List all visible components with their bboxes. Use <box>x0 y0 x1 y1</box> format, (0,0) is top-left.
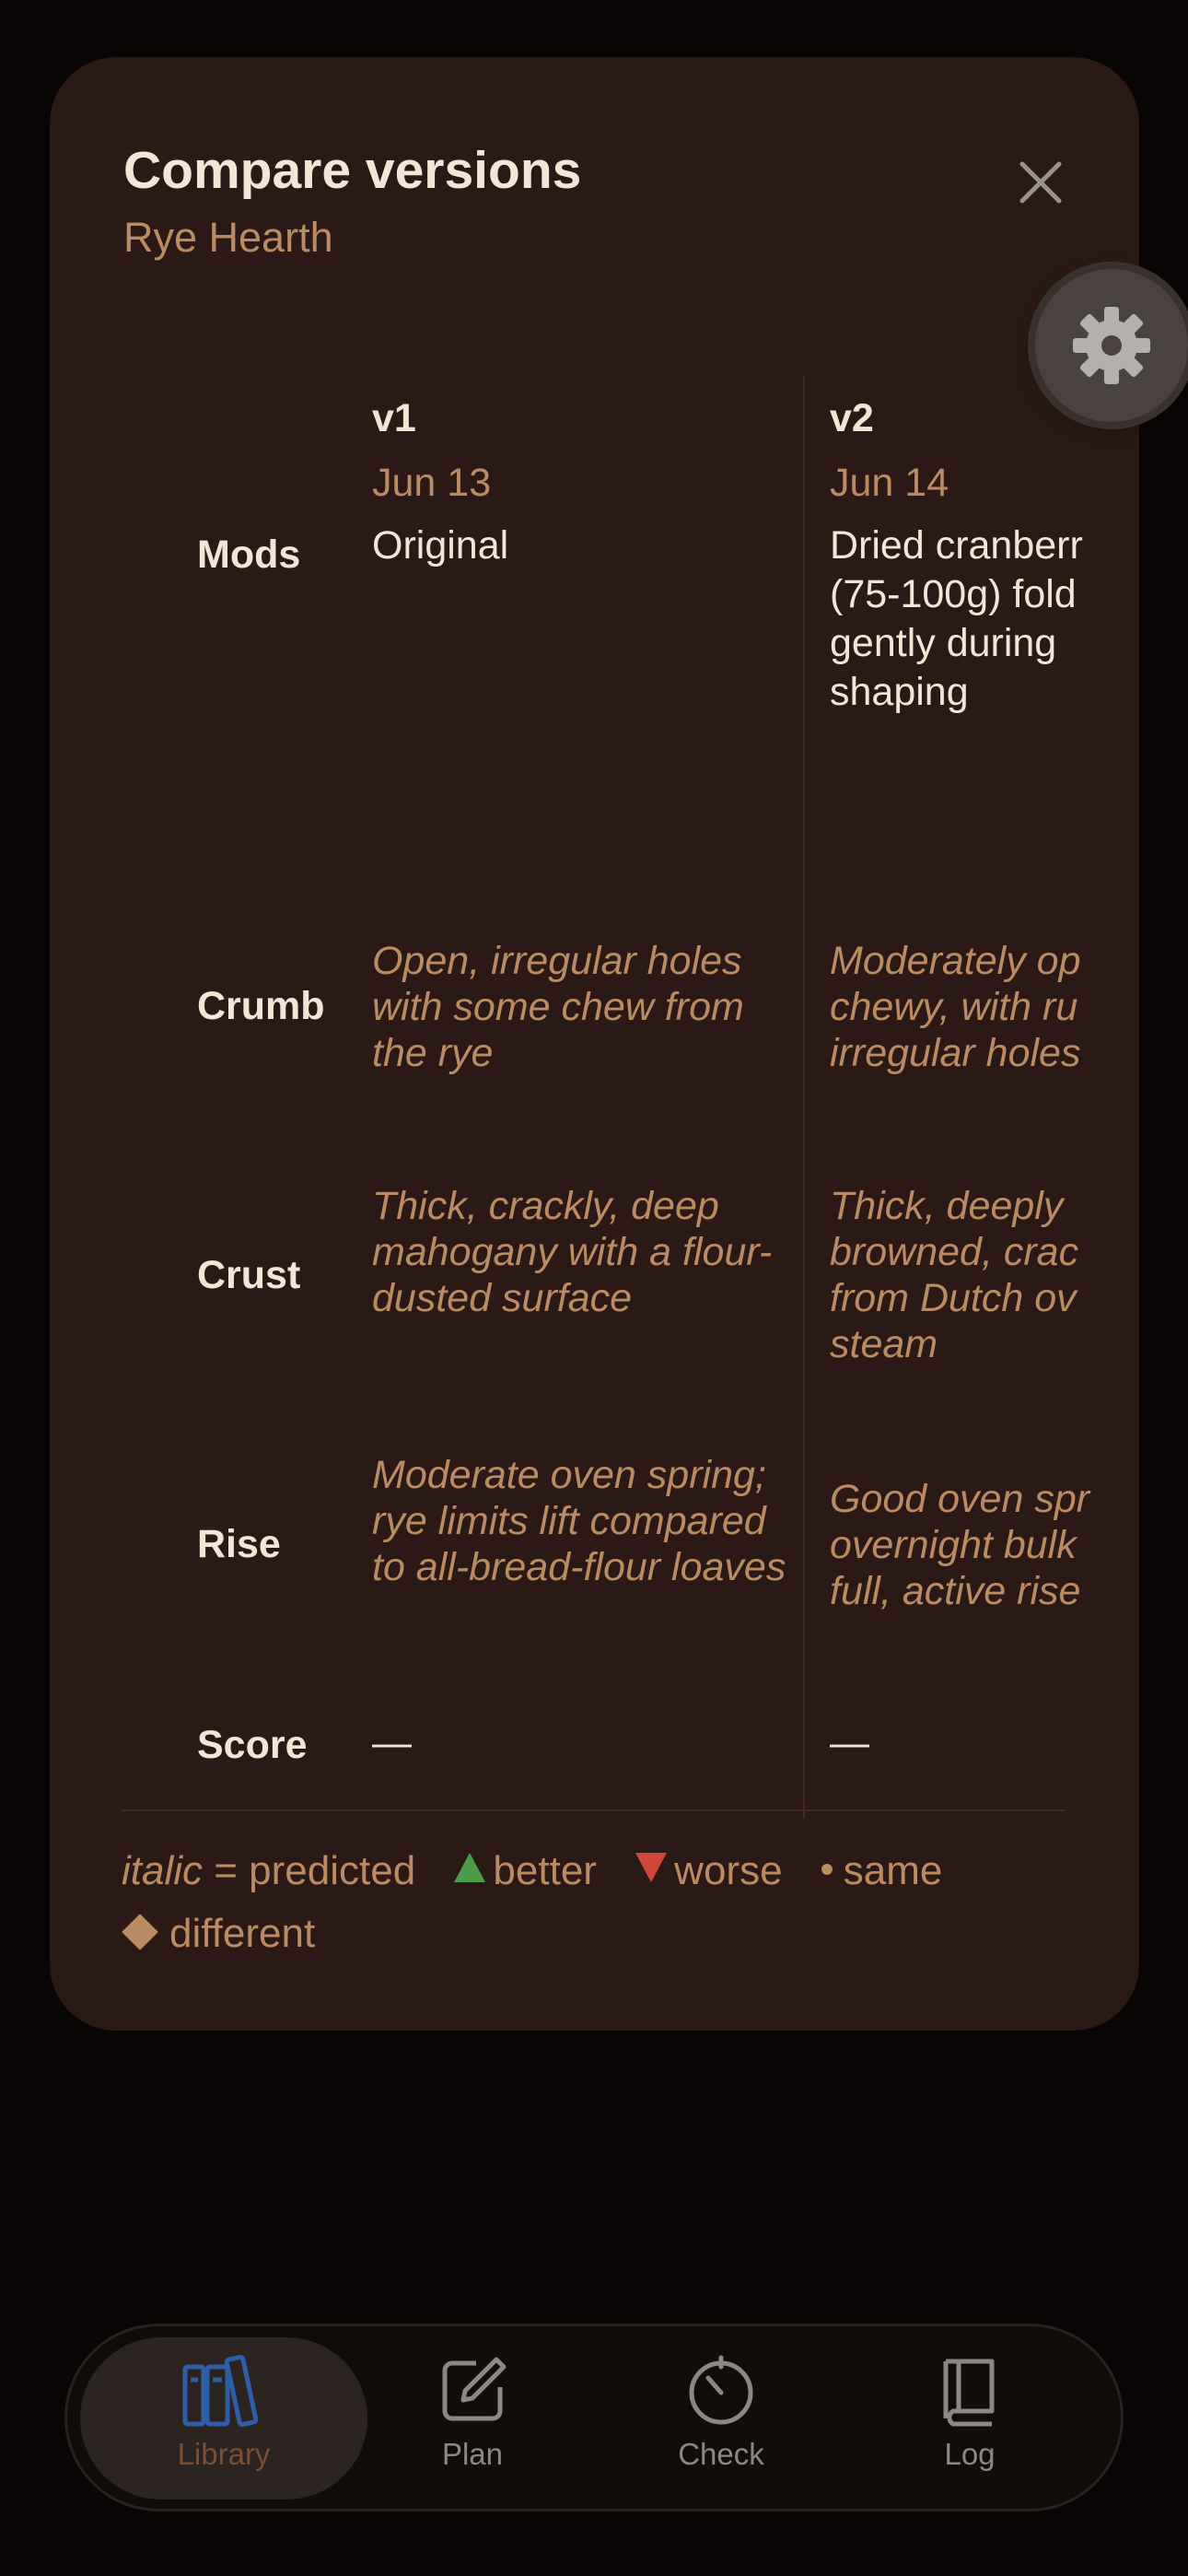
version-date-v2: Jun 14 <box>830 461 949 505</box>
cell-rise-v1: Moderate oven spring; rye limits lift co… <box>372 1453 786 1589</box>
legend-different-label: different <box>169 1911 316 1956</box>
tab-log[interactable]: Log <box>878 2354 1062 2492</box>
row-label-crust: Crust <box>197 1253 301 1297</box>
legend-italic-word: italic <box>122 1848 204 1893</box>
legend-different: different <box>122 1911 315 1956</box>
row-label-rise: Rise <box>197 1522 281 1566</box>
cell-mods-v2: Dried cranberr (75-100g) fold gently dur… <box>830 523 1083 714</box>
tab-label-library: Library <box>177 2437 271 2471</box>
legend-worse: worse <box>635 1848 783 1893</box>
close-icon <box>1019 161 1062 204</box>
edit-icon <box>442 2357 507 2421</box>
version-header-v2: v2 <box>830 396 874 440</box>
legend-predicted: italic = predicted <box>122 1848 415 1893</box>
legend-same-label: same <box>843 1848 943 1893</box>
gear-icon <box>1073 307 1150 384</box>
column-divider <box>803 376 805 1819</box>
legend-better: better <box>454 1848 597 1893</box>
timer-icon <box>689 2355 753 2425</box>
books-icon <box>182 2354 259 2428</box>
dot-icon <box>821 1864 833 1875</box>
tab-label-check: Check <box>678 2437 764 2471</box>
tab-label-log: Log <box>944 2437 996 2471</box>
diamond-icon <box>122 1914 158 1950</box>
sheet-title: Compare versions <box>123 141 582 200</box>
sheet-subtitle: Rye Hearth <box>123 214 333 261</box>
book-icon <box>943 2359 995 2427</box>
cell-crumb-v1: Open, irregular holes with some chew fro… <box>372 939 744 1075</box>
legend-predicted-label: = predicted <box>203 1848 416 1893</box>
settings-button[interactable] <box>1035 269 1188 422</box>
legend-same: same <box>821 1848 943 1893</box>
legend: italic = predicted better worse same dif… <box>122 1840 1089 1965</box>
tab-library[interactable]: Library <box>132 2354 316 2492</box>
tab-bar: Library Plan Check Log <box>64 2324 1124 2512</box>
tab-plan[interactable]: Plan <box>380 2354 565 2492</box>
row-label-crumb: Crumb <box>197 984 325 1028</box>
version-header-v1: v1 <box>372 396 416 440</box>
cell-mods-v1: Original <box>372 523 509 568</box>
legend-better-label: better <box>493 1848 597 1893</box>
legend-worse-label: worse <box>674 1848 783 1893</box>
cell-crust-v1: Thick, crackly, deep mahogany with a flo… <box>372 1184 773 1320</box>
legend-divider <box>122 1809 1066 1811</box>
row-label-score: Score <box>197 1723 308 1767</box>
cell-score-v1: — <box>372 1721 412 1765</box>
close-button[interactable] <box>1007 149 1074 216</box>
cell-crumb-v2: Moderately op chewy, with ru irregular h… <box>830 939 1081 1075</box>
triangle-up-icon <box>454 1853 486 1882</box>
row-label-mods: Mods <box>197 533 301 577</box>
cell-rise-v2: Good oven spr overnight bulk full, activ… <box>830 1477 1090 1613</box>
compare-versions-sheet: Compare versions Rye Hearth v1 Jun 13 v2… <box>50 57 1188 2031</box>
triangle-down-icon <box>635 1853 668 1882</box>
tab-label-plan: Plan <box>441 2437 504 2471</box>
comparison-table[interactable]: v1 Jun 13 v2 Jun 14 Mods Original Dried … <box>99 376 1188 1822</box>
tab-check[interactable]: Check <box>629 2354 813 2492</box>
version-date-v1: Jun 13 <box>372 461 492 505</box>
cell-score-v2: — <box>830 1721 869 1765</box>
cell-crust-v2: Thick, deeply browned, crac from Dutch o… <box>830 1184 1079 1366</box>
